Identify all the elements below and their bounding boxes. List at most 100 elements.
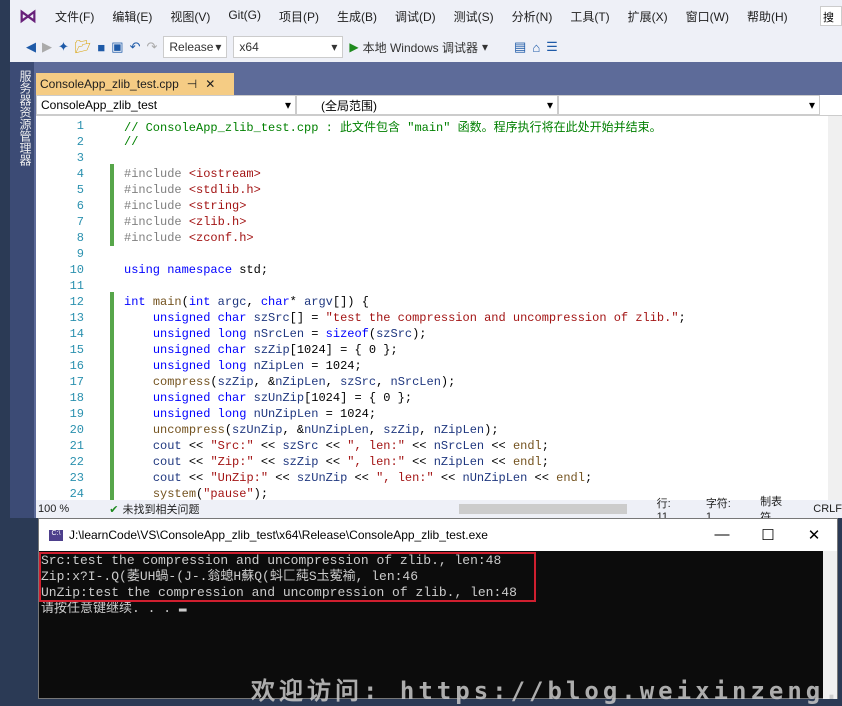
- code-line: 20 uncompress(szUnZip, &nUnZipLen, szZip…: [36, 422, 826, 438]
- horizontal-scrollbar[interactable]: [458, 504, 627, 514]
- code-token: szSrc: [340, 375, 377, 389]
- code-token: compress: [152, 375, 211, 389]
- code-token: <<: [181, 471, 211, 485]
- redo-icon[interactable]: ↷: [146, 39, 157, 55]
- menu-item[interactable]: 文件(F): [46, 8, 103, 25]
- code-token: szZip: [253, 343, 290, 357]
- server-explorer-panel[interactable]: 服务器资源管理器: [10, 62, 34, 518]
- menu-item[interactable]: 窗口(W): [677, 8, 738, 25]
- code-line: 18 unsigned char szUnZip[1024] = { 0 };: [36, 390, 826, 406]
- code-token: <<: [404, 439, 434, 453]
- search-box[interactable]: 搜: [820, 6, 842, 26]
- scope-select[interactable]: (全局范围) ▾: [296, 95, 558, 115]
- visual-studio-window: ⋈ 文件(F) 编辑(E) 视图(V) Git(G) 项目(P) 生成(B) 调试(D) 测试…: [10, 0, 842, 524]
- code-line: 7 #include <zlib.h>: [36, 214, 826, 230]
- code-token: nUnZipLen: [304, 423, 369, 437]
- code-text: // ConsoleApp_zlib_test.cpp : 此文件包含 "mai…: [124, 118, 662, 135]
- code-token: [1024] = { 0 };: [304, 391, 413, 405]
- menu-item[interactable]: 生成(B): [328, 8, 386, 25]
- project-select[interactable]: ConsoleApp_zlib_test ▾: [36, 95, 296, 115]
- code-token: , &: [282, 423, 305, 437]
- menu-item[interactable]: 工具(T): [561, 8, 618, 25]
- code-token: <<: [253, 455, 283, 469]
- platform-select[interactable]: x64 ▾: [233, 36, 344, 58]
- menu-item[interactable]: 测试(S): [445, 8, 503, 25]
- code-token: szSrc: [253, 311, 290, 325]
- code-token: );: [484, 423, 499, 437]
- code-token: =: [304, 327, 326, 341]
- vertical-scrollbar[interactable]: [828, 116, 842, 500]
- code-token: main: [152, 295, 182, 309]
- menu-item[interactable]: 编辑(E): [103, 8, 161, 25]
- menu-item[interactable]: 调试(D): [386, 8, 445, 25]
- code-token: <<: [181, 439, 211, 453]
- issues-status[interactable]: 未找到相关问题: [123, 501, 459, 517]
- line-number: 10: [69, 263, 84, 277]
- configuration-select[interactable]: Release ▾: [163, 36, 228, 58]
- toolbar-icon[interactable]: ☰: [546, 39, 558, 55]
- back-icon[interactable]: ◀: [26, 39, 36, 55]
- menu-item[interactable]: 视图(V): [161, 8, 219, 25]
- code-token: <<: [318, 439, 348, 453]
- save-icon[interactable]: ■: [97, 40, 105, 55]
- code-line: 14 unsigned long nSrcLen = sizeof(szSrc)…: [36, 326, 826, 342]
- menu-item[interactable]: 扩展(X): [619, 8, 677, 25]
- code-token: [1024] = { 0 };: [289, 343, 398, 357]
- status-bar: 100 % ✔ 未找到相关问题 行: 11 字符: 1 制表符 CRLF: [36, 496, 842, 524]
- menu-item[interactable]: 项目(P): [270, 8, 328, 25]
- start-debug-button[interactable]: ▶ 本地 Windows 调试器 ▾: [349, 39, 488, 56]
- code-token: <<: [527, 471, 557, 485]
- forward-icon[interactable]: ▶: [42, 39, 52, 55]
- code-line: 17 compress(szZip, &nZipLen, szSrc, nSrc…: [36, 374, 826, 390]
- navigation-bar: ConsoleApp_zlib_test ▾ (全局范围) ▾ ▾: [36, 95, 842, 116]
- code-line: 2 //: [36, 134, 826, 150]
- code-token: #include: [124, 215, 189, 229]
- console-title-bar: C:\ J:\learnCode\VS\ConsoleApp_zlib_test…: [39, 519, 837, 551]
- open-icon[interactable]: 📂︎: [75, 39, 92, 55]
- code-token: <<: [181, 455, 211, 469]
- toolbar-icon[interactable]: ▤: [514, 39, 526, 55]
- code-token: std;: [239, 263, 269, 277]
- code-token: nZipLen: [433, 455, 485, 469]
- line-number: 9: [76, 247, 84, 261]
- line-number: 7: [76, 215, 84, 229]
- code-editor[interactable]: 1 // ConsoleApp_zlib_test.cpp : 此文件包含 "ma…: [36, 116, 842, 500]
- menu-item[interactable]: 帮助(H): [738, 8, 797, 25]
- menu-item[interactable]: 分析(N): [503, 8, 562, 25]
- code-token: ,: [246, 295, 261, 309]
- code-line: 11: [36, 278, 826, 294]
- code-token: ,: [419, 423, 434, 437]
- new-project-icon[interactable]: ✦: [58, 39, 69, 55]
- console-output: Src:test the compression and uncompressi…: [39, 551, 837, 619]
- minimize-button[interactable]: —: [699, 526, 745, 544]
- zoom-select[interactable]: 100 %: [36, 503, 89, 515]
- pin-icon[interactable]: ⊣: [187, 77, 197, 91]
- line-number: 17: [69, 375, 84, 389]
- code-token: #include: [124, 167, 189, 181]
- code-token: argv: [304, 295, 333, 309]
- code-token: <<: [484, 439, 513, 453]
- member-select[interactable]: ▾: [558, 95, 820, 115]
- code-token: using namespace: [124, 263, 240, 277]
- save-all-icon[interactable]: ▣: [111, 39, 123, 55]
- menu-item[interactable]: Git(G): [219, 8, 270, 25]
- line-number: 1: [76, 119, 84, 133]
- code-token: <<: [253, 439, 283, 453]
- watermark: 欢迎访问: https://blog.weixinzeng.cn: [251, 677, 842, 705]
- close-icon[interactable]: ✕: [205, 77, 215, 91]
- maximize-button[interactable]: ☐: [745, 526, 791, 544]
- line-number: 24: [69, 487, 84, 500]
- code-token: szZip: [217, 375, 254, 389]
- code-text: cout << "UnZip:" << szUnZip << ", len:" …: [124, 471, 592, 485]
- play-icon: ▶: [349, 40, 359, 54]
- code-token: nUnZipLen: [462, 471, 528, 485]
- code-line: 8 #include <zconf.h>: [36, 230, 826, 246]
- check-icon: ✔: [109, 503, 119, 516]
- toolbar-icon[interactable]: ⌂: [532, 40, 540, 55]
- undo-icon[interactable]: ↶: [130, 39, 141, 55]
- close-button[interactable]: ✕: [791, 526, 837, 544]
- tab-consoleapp-zlib-test-cpp[interactable]: ConsoleApp_zlib_test.cpp ⊣ ✕: [36, 73, 234, 95]
